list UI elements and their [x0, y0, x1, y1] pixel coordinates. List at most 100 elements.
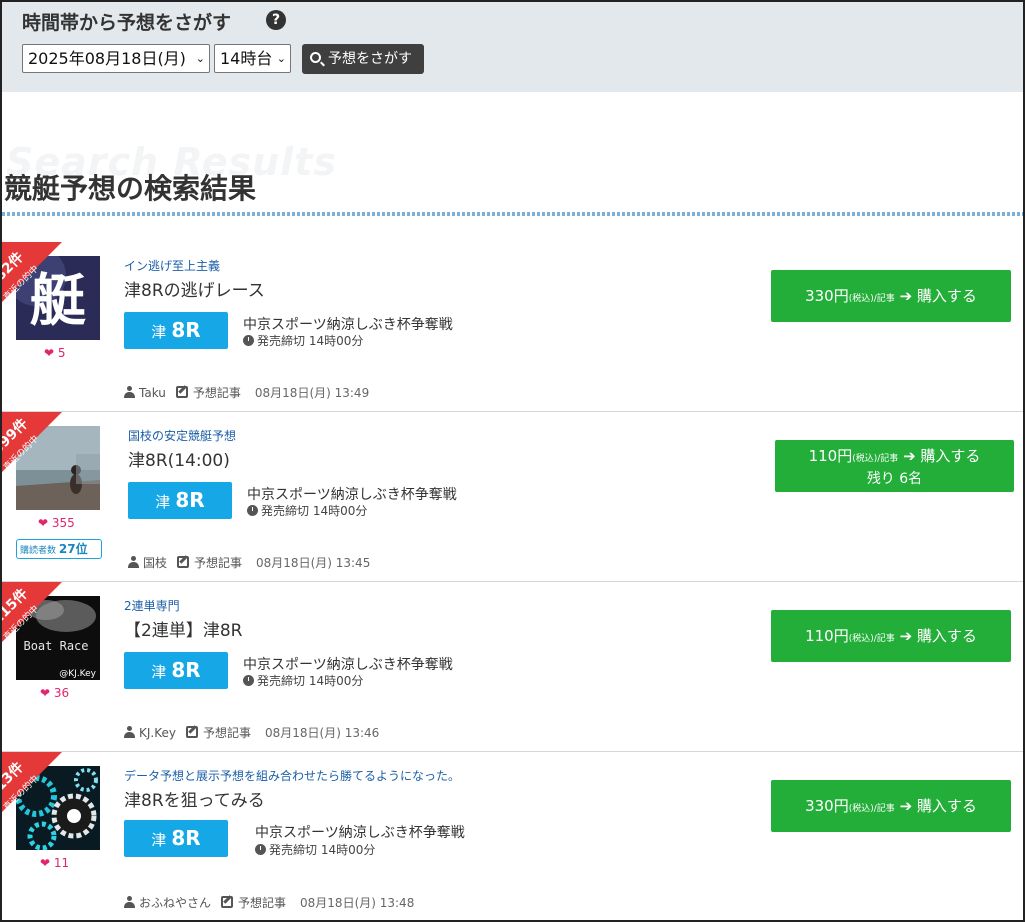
purchase-label: ➔ 購入する	[899, 627, 977, 645]
edit-icon	[175, 386, 188, 398]
svg-text:@KJ.Key: @KJ.Key	[59, 669, 96, 679]
page-frame: 時間帯から予想をさがす ? 2025年08月18日(月) ⌄ 14時台 ⌄ 予想…	[0, 0, 1025, 922]
tax-note: (税込)/記事	[848, 804, 895, 814]
card-tagline[interactable]: データ予想と展示予想を組み合わせたら勝てるようになった。	[124, 767, 460, 784]
edit-icon	[185, 726, 198, 738]
search-button-label: 予想をさがす	[328, 51, 412, 67]
like-count[interactable]: ❤ 355	[38, 516, 75, 530]
card-meta: Taku 予想記事 08月18日(月) 13:49	[124, 384, 369, 401]
svg-text:Boat Race: Boat Race	[23, 639, 88, 653]
edit-icon	[177, 556, 190, 568]
purchase-button[interactable]: 110円(税込)/記事 ➔ 購入する 残り 6名	[775, 440, 1014, 492]
like-count-value: 36	[53, 686, 70, 700]
card-tagline[interactable]: 国枝の安定競艇予想	[128, 427, 236, 444]
svg-text:艇: 艇	[30, 268, 86, 334]
prediction-card[interactable]: 艇 82件 直近の的中 ❤ 5 イン逃げ至上主義 津8Rの逃げレース 津 8R …	[2, 242, 1023, 412]
venue-name: 津	[151, 663, 167, 681]
like-count-value: 355	[51, 516, 75, 530]
date-select-value: 2025年08月18日(月)	[28, 49, 186, 68]
author-name[interactable]: おふねやさん	[139, 896, 211, 910]
venue-race-badge[interactable]: 津 8R	[128, 482, 232, 519]
posted-date: 08月18日(月) 13:45	[256, 556, 371, 570]
heart-icon: ❤	[38, 516, 49, 530]
author-name[interactable]: KJ.Key	[139, 726, 176, 740]
prediction-card[interactable]: 599件 直近の的中 ❤ 355 購読者数 27位 国枝の安定競艇予想 津8R(…	[2, 412, 1023, 582]
thumbnail[interactable]	[16, 766, 100, 850]
race-number: 8R	[175, 488, 205, 512]
thumbnail[interactable]: 艇	[16, 256, 100, 340]
clock-icon	[255, 844, 266, 855]
edit-icon	[221, 896, 234, 908]
thumbnail-image: Boat Race @KJ.Key	[16, 596, 100, 680]
card-tagline[interactable]: 2連単専門	[124, 597, 180, 614]
help-icon[interactable]: ?	[266, 10, 286, 30]
like-count-value: 5	[57, 346, 66, 360]
user-icon	[128, 556, 139, 568]
author-name[interactable]: Taku	[139, 386, 166, 400]
thumbnail[interactable]: Boat Race @KJ.Key	[16, 596, 100, 680]
heart-icon: ❤	[44, 346, 55, 360]
time-search-panel: 時間帯から予想をさがす ? 2025年08月18日(月) ⌄ 14時台 ⌄ 予想…	[2, 2, 1023, 92]
sale-deadline: 発売締切 14時00分	[243, 332, 363, 349]
posted-date: 08月18日(月) 13:48	[300, 896, 415, 910]
purchase-button[interactable]: 110円(税込)/記事 ➔ 購入する	[771, 610, 1011, 662]
article-type: 予想記事	[238, 896, 287, 910]
sale-deadline-text: 発売締切 14時00分	[269, 843, 376, 857]
price: 110円	[805, 627, 849, 645]
like-count[interactable]: ❤ 36	[40, 686, 69, 700]
tax-note: (税込)/記事	[848, 634, 895, 644]
venue-name: 津	[151, 323, 167, 341]
purchase-button[interactable]: 330円(税込)/記事 ➔ 購入する	[771, 270, 1011, 322]
thumbnail[interactable]	[16, 426, 100, 510]
like-count[interactable]: ❤ 11	[40, 856, 69, 870]
chevron-down-icon: ⌄	[195, 52, 205, 65]
like-count[interactable]: ❤ 5	[44, 346, 66, 360]
venue-race-badge[interactable]: 津 8R	[124, 652, 228, 689]
price: 330円	[805, 287, 849, 305]
venue-name: 津	[151, 831, 167, 849]
prediction-card[interactable]: Boat Race @KJ.Key 215件 直近の的中 ❤ 36 2連単専門 …	[2, 582, 1023, 752]
card-title[interactable]: 【2連単】津8R	[124, 616, 242, 641]
user-icon	[124, 386, 135, 398]
card-meta: KJ.Key 予想記事 08月18日(月) 13:46	[124, 724, 379, 741]
sale-deadline: 発売締切 14時00分	[255, 841, 375, 858]
rank-value: 27位	[58, 542, 88, 556]
venue-race-badge[interactable]: 津 8R	[124, 820, 228, 857]
sale-deadline: 発売締切 14時00分	[247, 502, 367, 519]
date-select[interactable]: 2025年08月18日(月) ⌄	[22, 44, 210, 73]
heart-icon: ❤	[40, 686, 51, 700]
article-type: 予想記事	[202, 726, 251, 740]
thumbnail-image	[16, 766, 100, 850]
tax-note: (税込)/記事	[848, 294, 895, 304]
sale-deadline-text: 発売締切 14時00分	[257, 334, 364, 348]
race-number: 8R	[171, 826, 201, 850]
race-name: 中京スポーツ納涼しぶき杯争奪戦	[255, 825, 465, 841]
card-meta: おふねやさん 予想記事 08月18日(月) 13:48	[124, 894, 414, 911]
heart-icon: ❤	[40, 856, 51, 870]
price: 110円	[808, 447, 853, 465]
chevron-down-icon: ⌄	[276, 52, 286, 65]
article-type: 予想記事	[192, 386, 241, 400]
author-name[interactable]: 国枝	[143, 556, 167, 570]
search-button[interactable]: 予想をさがす	[302, 44, 424, 74]
hour-select-value: 14時台	[220, 49, 273, 68]
card-tagline[interactable]: イン逃げ至上主義	[124, 257, 220, 274]
card-title[interactable]: 津8Rを狙ってみる	[124, 786, 265, 811]
hour-select[interactable]: 14時台 ⌄	[214, 44, 291, 73]
price: 330円	[805, 797, 849, 815]
prediction-card[interactable]: 13件 直近の的中 ❤ 11 データ予想と展示予想を組み合わせたら勝てるようにな…	[2, 752, 1023, 920]
sale-deadline: 発売締切 14時00分	[243, 672, 363, 689]
search-panel-title: 時間帯から予想をさがす	[22, 12, 232, 34]
purchase-button[interactable]: 330円(税込)/記事 ➔ 購入する	[771, 780, 1011, 832]
remaining-slots: 残り 6名	[866, 471, 923, 487]
search-icon	[310, 52, 321, 63]
race-name: 中京スポーツ納涼しぶき杯争奪戦	[247, 487, 457, 503]
card-title[interactable]: 津8R(14:00)	[128, 446, 230, 471]
purchase-label: ➔ 購入する	[903, 447, 981, 465]
venue-race-badge[interactable]: 津 8R	[124, 312, 228, 349]
results-heading: 競艇予想の検索結果	[4, 172, 257, 205]
race-name: 中京スポーツ納涼しぶき杯争奪戦	[243, 317, 453, 333]
clock-icon	[247, 505, 258, 516]
posted-date: 08月18日(月) 13:49	[254, 386, 370, 400]
card-title[interactable]: 津8Rの逃げレース	[124, 276, 265, 301]
